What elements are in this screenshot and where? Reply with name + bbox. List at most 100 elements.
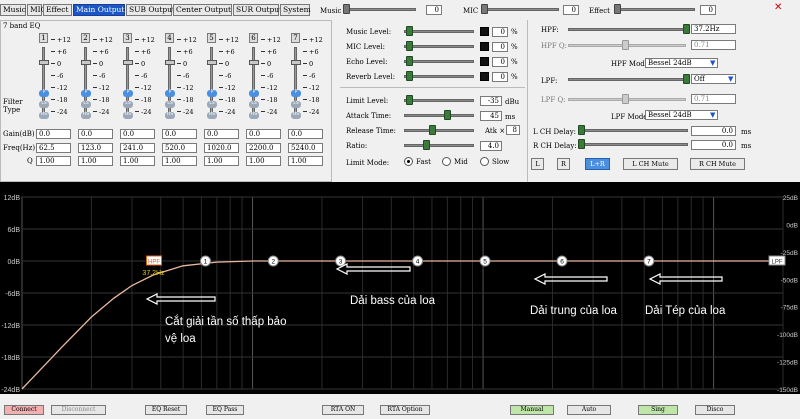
band-number[interactable]: 6 [249, 33, 258, 43]
release-value[interactable]: 8 [506, 125, 520, 135]
lpf-mode-select[interactable]: Bessel 24dB [645, 110, 718, 120]
level-mute-icon[interactable] [480, 57, 489, 66]
connect-button[interactable]: Connect [4, 405, 44, 415]
band-q-field[interactable]: 1.00 [78, 156, 113, 166]
hpf-q-thumb[interactable] [622, 40, 629, 50]
radio-button[interactable] [442, 157, 451, 166]
disconnect-button[interactable]: Disconnect [51, 405, 106, 415]
r-channel-button[interactable]: R [557, 158, 570, 170]
l-mute-button[interactable]: L CH Mute [623, 158, 678, 170]
hpf-mode-select[interactable]: Bessel 24dB [645, 58, 718, 68]
band-gain-thumb[interactable] [207, 60, 217, 65]
hpf-value[interactable]: 37.2Hz [691, 24, 736, 34]
l-delay-slider[interactable] [578, 129, 688, 132]
music-volume-thumb[interactable] [343, 4, 350, 14]
level-slider[interactable] [404, 60, 474, 63]
r-delay-thumb[interactable] [578, 139, 585, 149]
filter-lowshelf-button[interactable]: LS [207, 101, 217, 108]
filter-lowshelf-button[interactable]: LS [123, 101, 133, 108]
filter-highshelf-button[interactable]: HS [165, 112, 175, 119]
band-freq-field[interactable]: 2200.0 [246, 143, 281, 153]
effect-volume-slider[interactable] [617, 8, 695, 11]
filter-lowshelf-button[interactable]: LS [165, 101, 175, 108]
band-freq-field[interactable]: 520.0 [162, 143, 197, 153]
tab-main-output[interactable]: Main Output [73, 4, 125, 16]
tab-sur-output[interactable]: SUR Output [233, 4, 282, 16]
filter-peak-button[interactable]: P [249, 90, 259, 97]
limit-level-value[interactable]: -35 [480, 96, 502, 106]
r-delay-slider[interactable] [578, 143, 688, 146]
filter-highshelf-button[interactable]: HS [207, 112, 217, 119]
chevron-down-icon[interactable]: ▼ [710, 58, 718, 68]
lpf-q-thumb[interactable] [622, 94, 629, 104]
lr-link-button[interactable]: L+R [585, 158, 610, 170]
band-number[interactable]: 2 [81, 33, 90, 43]
mic-volume-value[interactable]: 0 [563, 5, 579, 15]
band-number[interactable]: 5 [207, 33, 216, 43]
level-thumb[interactable] [406, 41, 413, 51]
hpf-slider[interactable] [568, 28, 686, 31]
level-thumb[interactable] [406, 71, 413, 81]
band-q-field[interactable]: 1.00 [162, 156, 197, 166]
band-gain-thumb[interactable] [291, 60, 301, 65]
band-gain-thumb[interactable] [81, 60, 91, 65]
effect-volume-value[interactable]: 0 [700, 5, 716, 15]
mic-volume-slider[interactable] [484, 8, 559, 11]
band-gain-field[interactable]: 0.0 [204, 129, 239, 139]
filter-peak-button[interactable]: P [81, 90, 91, 97]
band-gain-field[interactable]: 0.0 [246, 129, 281, 139]
band-gain-thumb[interactable] [39, 60, 49, 65]
music-volume-value[interactable]: 0 [426, 5, 442, 15]
limit-level-thumb[interactable] [406, 95, 413, 105]
level-mute-icon[interactable] [480, 27, 489, 36]
level-mute-icon[interactable] [480, 72, 489, 81]
filter-highshelf-button[interactable]: HS [81, 112, 91, 119]
disco-button[interactable]: Disco [695, 405, 735, 415]
ratio-slider[interactable] [404, 144, 474, 147]
rta-on-button[interactable]: RTA ON [322, 405, 364, 415]
r-mute-button[interactable]: R CH Mute [690, 158, 745, 170]
level-value[interactable]: 0 [492, 57, 508, 67]
tab-center-output[interactable]: Center Output [173, 4, 232, 16]
music-volume-slider[interactable] [346, 8, 416, 11]
band-number[interactable]: 4 [165, 33, 174, 43]
level-value[interactable]: 0 [492, 27, 508, 37]
filter-lowshelf-button[interactable]: LS [39, 101, 49, 108]
filter-lowshelf-button[interactable]: LS [81, 101, 91, 108]
attack-value[interactable]: 45 [480, 111, 502, 121]
band-number[interactable]: 3 [123, 33, 132, 43]
band-freq-field[interactable]: 62.5 [36, 143, 71, 153]
chevron-down-icon[interactable]: ▼ [728, 74, 736, 84]
band-gain-field[interactable]: 0.0 [36, 129, 71, 139]
band-gain-field[interactable]: 0.0 [78, 129, 113, 139]
band-q-field[interactable]: 1.00 [288, 156, 323, 166]
band-gain-field[interactable]: 0.0 [162, 129, 197, 139]
frequency-response-plot[interactable]: 12dB 6dB 0dB -6dB -12dB -18dB -24dB 25dB 0dB -25d… [0, 182, 800, 402]
filter-peak-button[interactable]: P [291, 90, 301, 97]
filter-highshelf-button[interactable]: HS [291, 112, 301, 119]
level-value[interactable]: 0 [492, 72, 508, 82]
eq-pass-button[interactable]: EQ Pass [206, 405, 244, 415]
filter-peak-button[interactable]: P [39, 90, 49, 97]
hpf-q-value[interactable]: 0.71 [691, 40, 736, 50]
l-delay-value[interactable]: 0.0 [691, 126, 736, 136]
tab-mic[interactable]: MIC [27, 4, 46, 16]
tab-sub-output[interactable]: SUB Output [126, 4, 175, 16]
level-thumb[interactable] [406, 56, 413, 66]
level-slider[interactable] [404, 75, 474, 78]
lpf-slider[interactable] [568, 78, 686, 81]
chevron-down-icon[interactable]: ▼ [710, 110, 718, 120]
auto-button[interactable]: Auto [567, 405, 611, 415]
band-gain-field[interactable]: 0.0 [288, 129, 323, 139]
radio-button[interactable] [404, 157, 413, 166]
rta-option-button[interactable]: RTA Option [380, 405, 430, 415]
tab-music[interactable]: Music [0, 4, 26, 16]
filter-lowshelf-button[interactable]: LS [291, 101, 301, 108]
l-delay-thumb[interactable] [578, 125, 585, 135]
attack-slider[interactable] [404, 114, 474, 117]
band-q-field[interactable]: 1.00 [120, 156, 155, 166]
band-gain-thumb[interactable] [249, 60, 259, 65]
level-value[interactable]: 0 [492, 42, 508, 52]
level-slider[interactable] [404, 30, 474, 33]
hpf-thumb[interactable] [683, 24, 690, 34]
